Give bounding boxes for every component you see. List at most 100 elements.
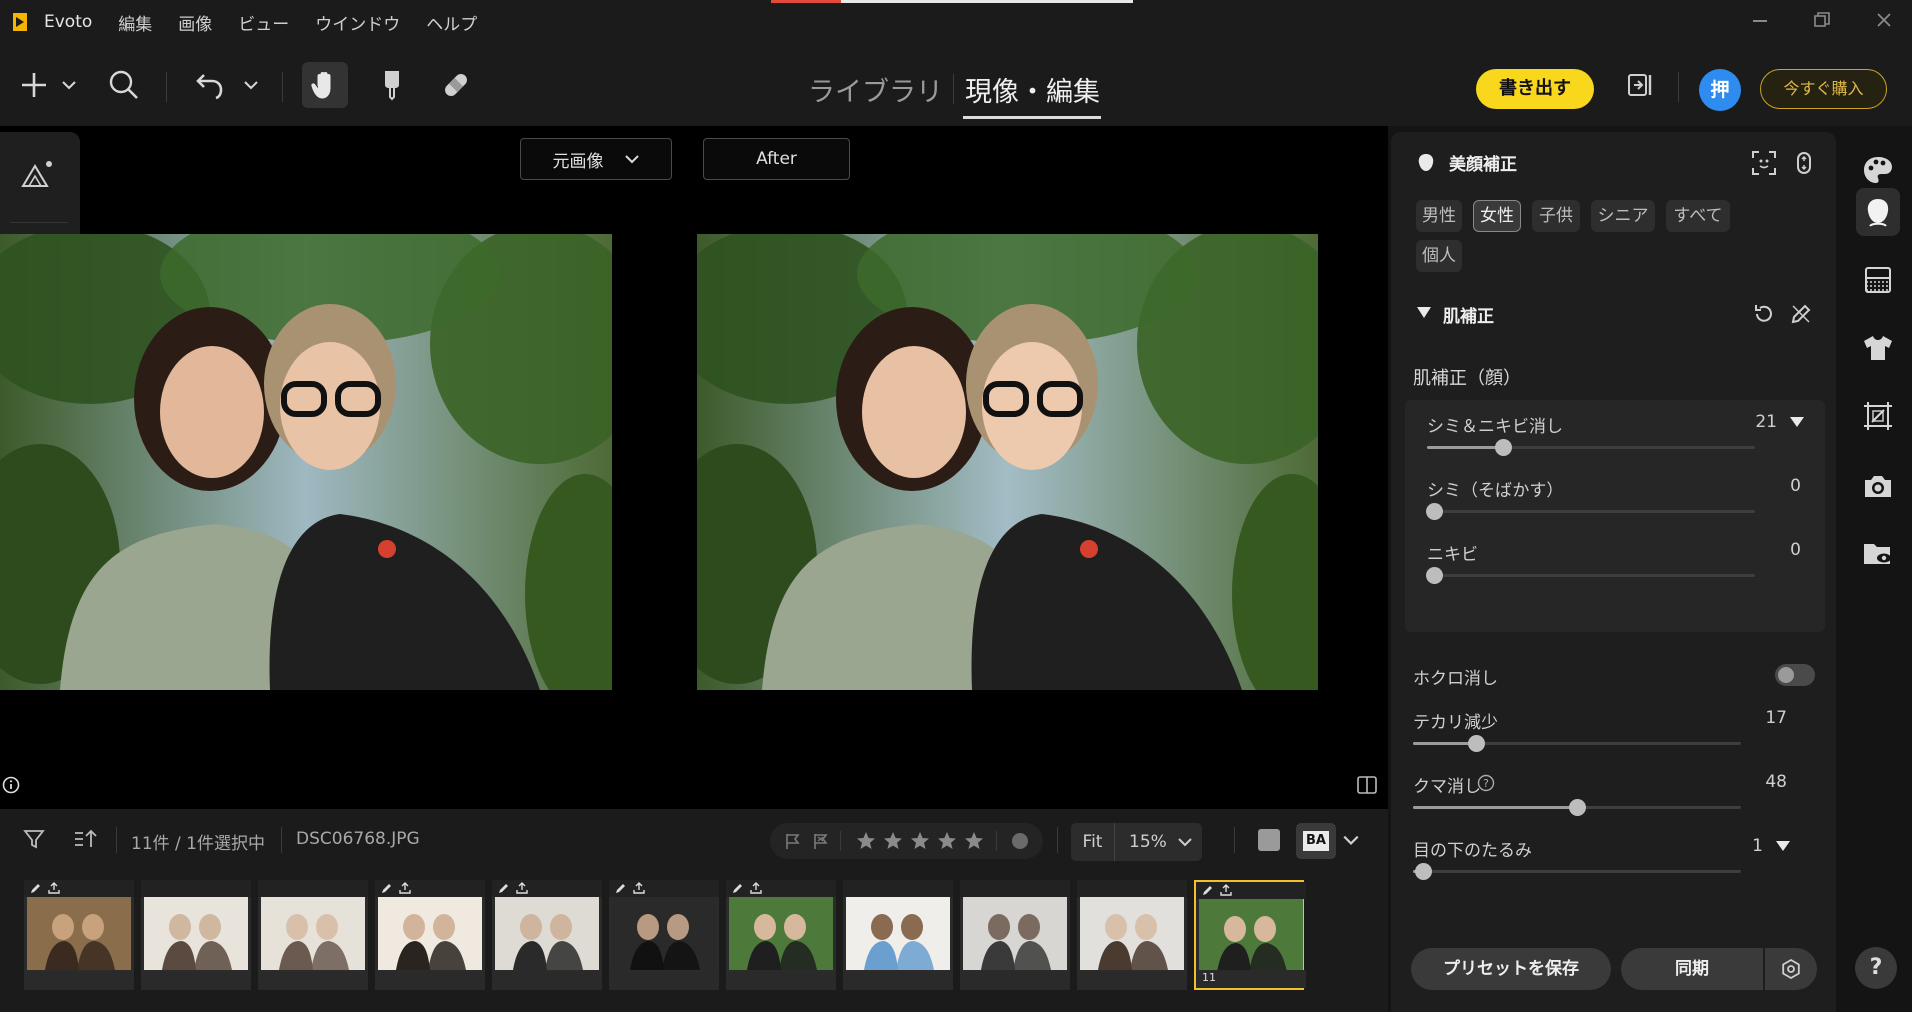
slider-value[interactable]: 17 — [1765, 708, 1787, 728]
slider-handle[interactable] — [1468, 735, 1485, 752]
menu-image[interactable]: 画像 — [178, 10, 212, 35]
slider-track[interactable] — [1426, 567, 1755, 584]
background-texture-icon[interactable] — [1856, 258, 1900, 302]
slider-value[interactable]: 0 — [1790, 476, 1801, 496]
slider-handle[interactable] — [1415, 863, 1432, 880]
before-after-toggle[interactable]: BA — [1296, 823, 1336, 859]
slider-handle[interactable] — [1426, 503, 1443, 520]
buy-now-button[interactable]: 今すぐ購入 — [1760, 69, 1887, 109]
help-button[interactable]: ? — [1855, 947, 1897, 989]
hand-tool-icon[interactable] — [302, 62, 348, 108]
star-icon[interactable] — [937, 831, 957, 851]
close-icon[interactable] — [1870, 10, 1898, 34]
compare-split-icon[interactable] — [1356, 774, 1378, 796]
reject-flag-icon[interactable] — [812, 832, 830, 850]
fit-button[interactable]: Fit — [1071, 823, 1115, 861]
add-icon[interactable] — [14, 62, 54, 108]
before-image-select[interactable]: 元画像 — [520, 138, 672, 180]
star-icon[interactable] — [964, 831, 984, 851]
mole-removal-toggle[interactable] — [1775, 664, 1815, 686]
sync-button[interactable]: 同期 — [1621, 948, 1763, 990]
slider-value[interactable]: 48 — [1765, 772, 1787, 792]
chip-child[interactable]: 子供 — [1532, 200, 1580, 232]
add-dropdown-chevron-icon[interactable] — [56, 62, 82, 108]
sort-icon[interactable] — [72, 827, 98, 851]
edit-brush-icon[interactable] — [1789, 302, 1813, 326]
info-icon[interactable] — [2, 776, 20, 794]
menu-help[interactable]: ヘルプ — [426, 10, 477, 35]
zoom-value[interactable]: 15% — [1129, 832, 1167, 852]
slider-track[interactable] — [1413, 735, 1741, 752]
chip-female[interactable]: 女性 — [1473, 200, 1521, 232]
view-mode-chevron-icon[interactable] — [1342, 831, 1360, 849]
zoom-control[interactable]: Fit 15% — [1071, 823, 1202, 861]
restore-icon[interactable] — [1808, 10, 1836, 34]
slider-value[interactable]: 0 — [1790, 540, 1801, 560]
filmstrip-thumbnail[interactable] — [141, 880, 251, 990]
flag-icon[interactable] — [784, 832, 802, 850]
dropdown-triangle-icon[interactable] — [1789, 416, 1805, 428]
user-avatar[interactable]: 押 — [1699, 69, 1741, 111]
filmstrip-thumbnail[interactable] — [492, 880, 602, 990]
slider-handle[interactable] — [1569, 799, 1586, 816]
undo-icon[interactable] — [190, 62, 230, 108]
filmstrip-thumbnail[interactable] — [726, 880, 836, 990]
chip-personal[interactable]: 個人 — [1416, 240, 1462, 272]
slider-track[interactable] — [1413, 863, 1741, 880]
sync-settings-button[interactable] — [1765, 948, 1817, 990]
filmstrip-thumbnail[interactable] — [1077, 880, 1187, 990]
slider-handle[interactable] — [1426, 567, 1443, 584]
face-beauty-icon[interactable] — [1856, 188, 1900, 236]
clothing-icon[interactable] — [1856, 326, 1900, 370]
menu-edit[interactable]: 編集 — [118, 10, 152, 35]
dropdown-triangle-icon[interactable] — [1775, 840, 1791, 852]
minimize-icon[interactable] — [1746, 10, 1774, 34]
chip-senior[interactable]: シニア — [1591, 200, 1655, 232]
healing-bandage-icon[interactable] — [436, 62, 476, 108]
info-icon[interactable]: ? — [1477, 774, 1495, 792]
slider-track[interactable] — [1427, 439, 1755, 456]
chip-all[interactable]: すべて — [1666, 200, 1730, 232]
auto-adjust-icon[interactable] — [18, 154, 58, 194]
filmstrip-thumbnail[interactable] — [960, 880, 1070, 990]
filmstrip-thumbnail[interactable]: 11 — [1194, 880, 1306, 990]
menu-window[interactable]: ウインドウ — [315, 10, 400, 35]
single-view-icon[interactable] — [1258, 829, 1280, 851]
filmstrip-thumbnail[interactable] — [843, 880, 953, 990]
right-tool-rail — [1840, 132, 1912, 1012]
face-detect-icon[interactable] — [1751, 150, 1777, 176]
star-icon[interactable] — [856, 831, 876, 851]
undo-history-chevron-icon[interactable] — [238, 62, 264, 108]
camera-icon[interactable] — [1856, 464, 1900, 508]
color-palette-icon[interactable] — [1856, 148, 1900, 192]
collapse-triangle-icon[interactable] — [1417, 307, 1431, 319]
reset-icon[interactable] — [1752, 302, 1776, 326]
slider-value[interactable]: 21 — [1755, 412, 1777, 432]
reset-adjust-icon[interactable] — [1794, 150, 1814, 176]
menu-view[interactable]: ビュー — [238, 10, 289, 35]
slider-track[interactable] — [1413, 799, 1741, 816]
tab-develop-edit[interactable]: 現像・編集 — [965, 70, 1100, 109]
crop-icon[interactable] — [1856, 394, 1900, 438]
slider-handle[interactable] — [1495, 439, 1512, 456]
filter-icon[interactable] — [22, 827, 46, 851]
chip-male[interactable]: 男性 — [1416, 200, 1462, 232]
export-button[interactable]: 書き出す — [1476, 69, 1594, 109]
export-panel-icon[interactable] — [1620, 62, 1660, 108]
filmstrip-thumbnail[interactable] — [375, 880, 485, 990]
star-icon[interactable] — [910, 831, 930, 851]
save-preset-button[interactable]: プリセットを保存 — [1411, 948, 1611, 990]
slider-track[interactable] — [1426, 503, 1755, 520]
filmstrip-thumbnail[interactable] — [24, 880, 134, 990]
rating-flag-bar — [770, 823, 1043, 859]
filmstrip-thumbnail[interactable] — [609, 880, 719, 990]
slider-value[interactable]: 1 — [1752, 836, 1763, 856]
search-icon[interactable] — [104, 62, 144, 108]
color-label-icon[interactable] — [1010, 831, 1030, 851]
star-icon[interactable] — [883, 831, 903, 851]
tab-library[interactable]: ライブラリ — [808, 70, 943, 109]
brush-tool-icon[interactable] — [372, 62, 412, 108]
filmstrip-thumbnail[interactable] — [258, 880, 368, 990]
folder-preview-icon[interactable] — [1856, 532, 1900, 576]
thumbnail-status-bar — [1077, 880, 1187, 897]
